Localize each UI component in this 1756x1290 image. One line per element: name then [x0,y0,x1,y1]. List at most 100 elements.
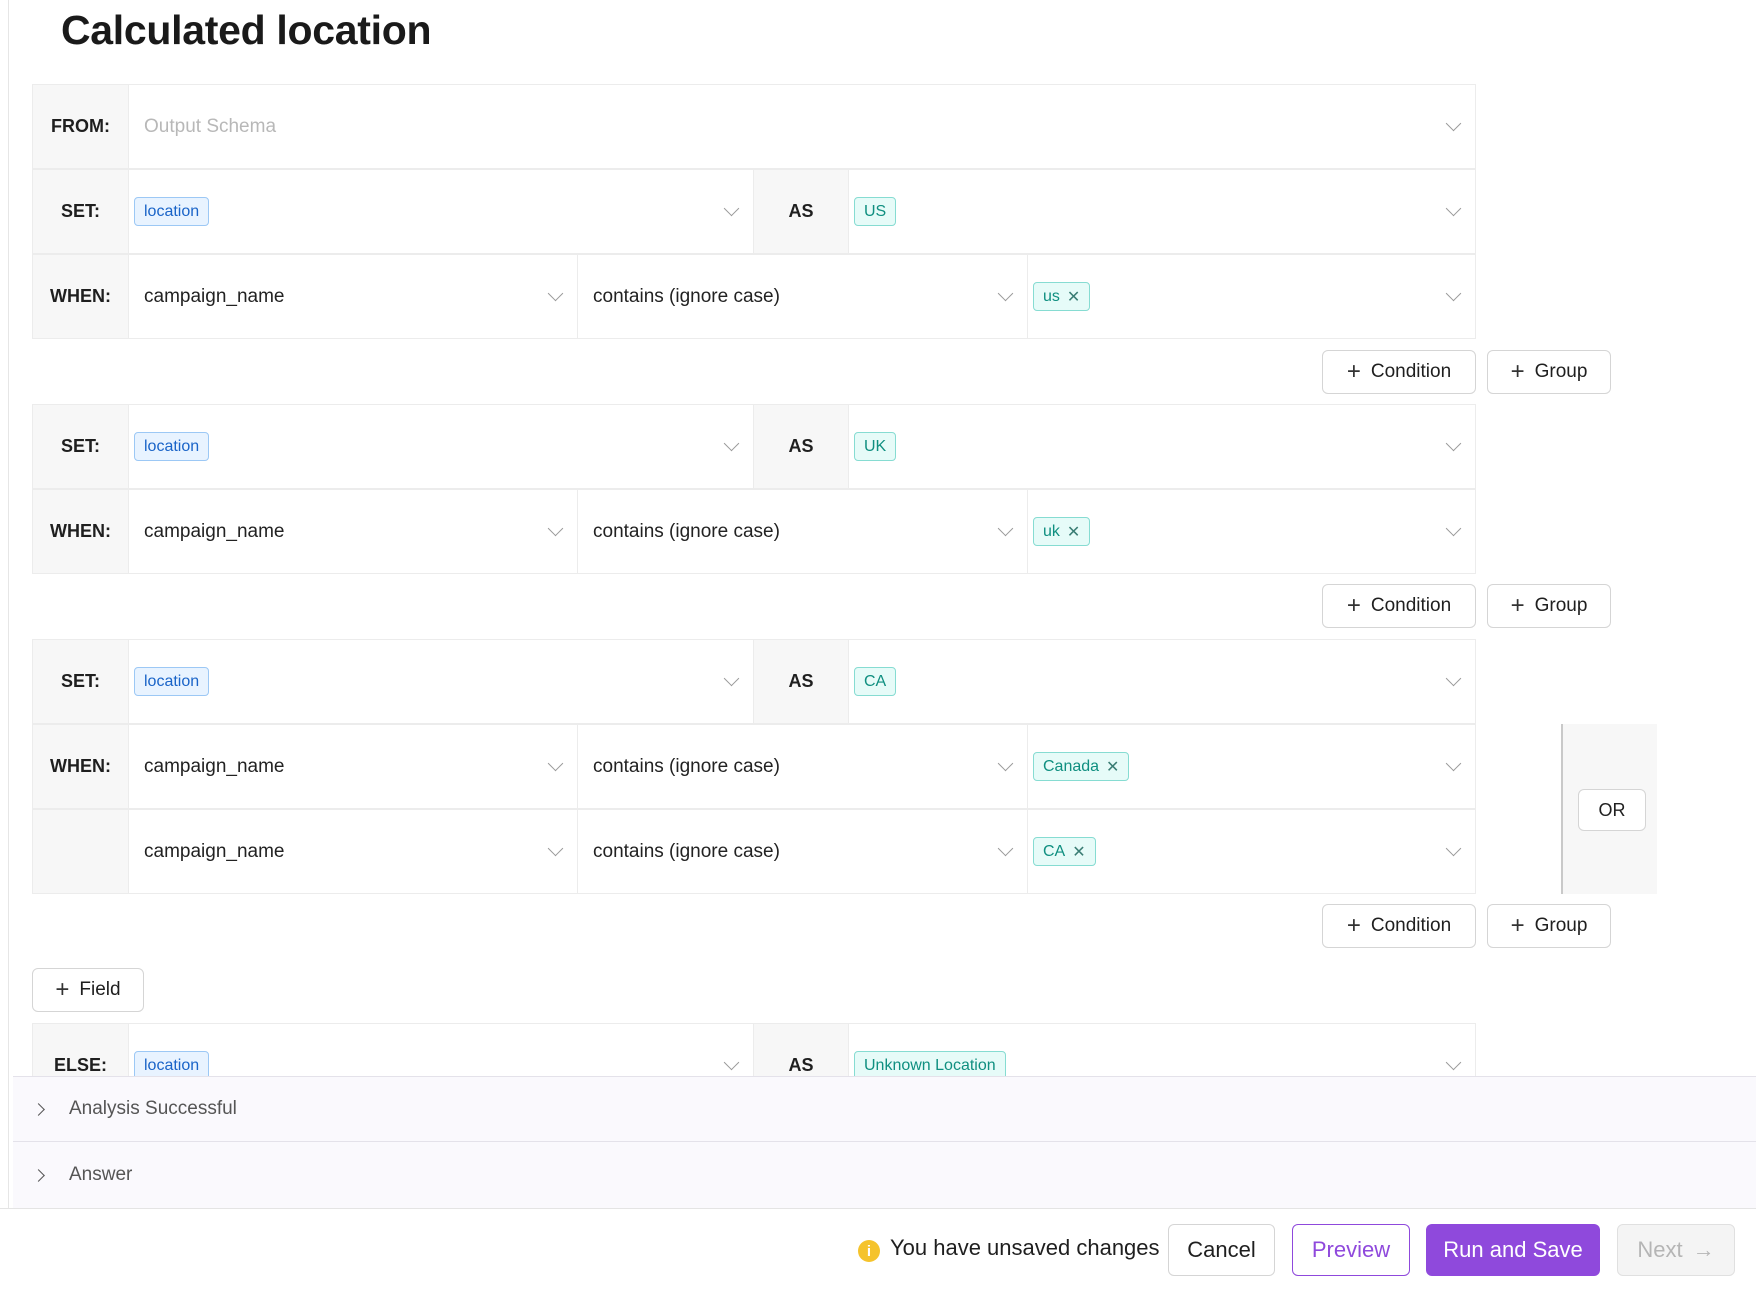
add-field-button[interactable]: + Field [32,968,144,1012]
chevron-down-icon [723,435,740,451]
accordion-label: Answer [69,1164,133,1185]
condition-value-select[interactable]: us ✕ [1028,255,1475,338]
as-value-tag: CA [854,667,897,696]
page-title: Calculated location [61,7,432,53]
condition-field-select[interactable]: campaign_name [129,810,578,893]
plus-icon: + [55,976,70,1003]
add-field-label: Field [79,979,121,1000]
chevron-down-icon [1445,435,1462,451]
add-group-button[interactable]: + Group [1487,584,1611,628]
chevron-down-icon [723,200,740,216]
condition-value-tag: CA ✕ [1033,837,1096,866]
as-label: AS [753,170,849,253]
run-and-save-button[interactable]: Run and Save [1426,1224,1600,1276]
chevron-down-icon [1445,670,1462,686]
accordion-analysis[interactable]: Analysis Successful [13,1076,1756,1141]
set-field-tag: location [134,667,210,696]
close-icon[interactable]: ✕ [1067,522,1080,542]
add-condition-label: Condition [1370,915,1452,936]
accordion-label: Analysis Successful [69,1098,237,1119]
set-label: SET: [33,405,129,488]
chevron-down-icon [723,670,740,686]
set-row-2: SET: location AS UK [32,404,1476,489]
condition-field: campaign_name [144,840,285,862]
next-button[interactable]: Next → [1617,1224,1735,1276]
unsaved-changes-text: You have unsaved changes [890,1235,1160,1260]
condition-value-select[interactable]: Canada ✕ [1028,725,1475,808]
group-operator-toggle[interactable]: OR [1578,789,1646,831]
set-field-tag: location [134,197,210,226]
condition-value-tag: us ✕ [1033,282,1091,311]
add-group-button[interactable]: + Group [1487,904,1611,948]
accordion-answer[interactable]: Answer [13,1141,1756,1208]
as-value-select[interactable]: CA [849,640,1475,723]
else-field-tag: location [134,1051,210,1076]
condition-operator-select[interactable]: contains (ignore case) [578,810,1028,893]
add-group-label: Group [1534,915,1588,936]
chevron-down-icon [997,755,1014,771]
condition-operator-select[interactable]: contains (ignore case) [578,490,1028,573]
chevron-down-icon [1445,285,1462,301]
plus-icon: + [1510,912,1525,939]
condition-value-tag: Canada ✕ [1033,752,1130,781]
condition-operator: contains (ignore case) [593,755,780,777]
chevron-down-icon [1445,115,1462,131]
when-label: WHEN: [33,490,129,573]
when-label-empty [33,810,129,893]
else-field-select[interactable]: location [129,1024,753,1076]
add-condition-label: Condition [1370,595,1452,616]
as-value-select[interactable]: US [849,170,1475,253]
chevron-down-icon [547,520,564,536]
next-label: Next [1637,1237,1683,1262]
condition-field: campaign_name [144,285,285,307]
condition-field-select[interactable]: campaign_name [129,725,578,808]
from-select[interactable]: Output Schema [129,85,1475,168]
condition-operator: contains (ignore case) [593,285,780,307]
from-row: FROM: Output Schema [32,84,1476,169]
add-group-label: Group [1534,595,1588,616]
close-icon[interactable]: ✕ [1106,757,1119,777]
from-label: FROM: [33,85,129,168]
set-field-select[interactable]: location [129,640,753,723]
condition-value: CA [1043,842,1066,860]
when-row-2: WHEN: campaign_name contains (ignore cas… [32,489,1476,574]
cancel-button[interactable]: Cancel [1168,1224,1275,1276]
add-condition-button[interactable]: + Condition [1322,904,1476,948]
as-value-tag: US [854,197,897,226]
set-label: SET: [33,640,129,723]
set-row-3: SET: location AS CA [32,639,1476,724]
close-icon[interactable]: ✕ [1072,842,1085,862]
preview-button[interactable]: Preview [1292,1224,1410,1276]
condition-value: uk [1043,522,1060,540]
group-operator-block: OR [1561,724,1657,894]
close-icon[interactable]: ✕ [1067,287,1080,307]
plus-icon: + [1346,592,1361,619]
condition-operator-select[interactable]: contains (ignore case) [578,725,1028,808]
rule-editor[interactable]: Calculated location FROM: Output Schema … [0,0,1756,1076]
chevron-down-icon [1445,520,1462,536]
condition-field-select[interactable]: campaign_name [129,490,578,573]
condition-field-select[interactable]: campaign_name [129,255,578,338]
chevron-right-icon [32,1168,45,1182]
as-value-select[interactable]: UK [849,405,1475,488]
plus-icon: + [1510,592,1525,619]
add-condition-button[interactable]: + Condition [1322,584,1476,628]
from-placeholder: Output Schema [144,115,277,137]
plus-icon: + [1346,358,1361,385]
else-value-select[interactable]: Unknown Location [849,1024,1475,1076]
chevron-down-icon [1445,1054,1462,1070]
condition-value-select[interactable]: CA ✕ [1028,810,1475,893]
add-condition-button[interactable]: + Condition [1322,350,1476,394]
add-group-label: Group [1534,361,1588,382]
condition-operator-select[interactable]: contains (ignore case) [578,255,1028,338]
add-group-button[interactable]: + Group [1487,350,1611,394]
set-field-select[interactable]: location [129,405,753,488]
set-row-1: SET: location AS US [32,169,1476,254]
when-label: WHEN: [33,725,129,808]
condition-field: campaign_name [144,755,285,777]
when-label: WHEN: [33,255,129,338]
set-field-select[interactable]: location [129,170,753,253]
condition-value-select[interactable]: uk ✕ [1028,490,1475,573]
when-row-3a: WHEN: campaign_name contains (ignore cas… [32,724,1476,809]
chevron-down-icon [547,285,564,301]
